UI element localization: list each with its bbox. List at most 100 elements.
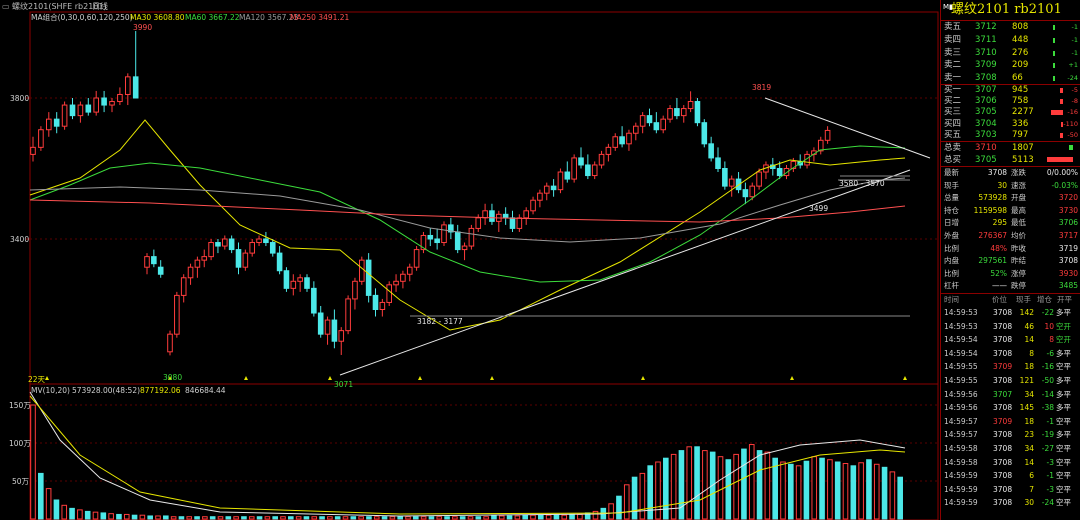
- tick-row[interactable]: 14:59:54 3708 8 -6 多平: [941, 347, 1080, 361]
- ask-level-row[interactable]: 卖五 3712 808 -1: [941, 21, 1080, 34]
- candle-body: [249, 242, 255, 254]
- volume-bar: [592, 510, 599, 520]
- volume-bar: [303, 516, 310, 520]
- tick-type: 空平: [1056, 471, 1071, 481]
- volume-bar: [522, 514, 528, 520]
- tick-type: 多平: [1056, 348, 1071, 358]
- candle-body: [502, 213, 509, 219]
- candle-body: [311, 287, 317, 314]
- tick-row[interactable]: 14:59:55 3708 121 -50 多平: [941, 374, 1080, 388]
- bid-level-row[interactable]: 买三 3705 2277 -16: [941, 107, 1080, 118]
- tick-row[interactable]: 14:59:57 3708 23 -19 多平: [941, 428, 1080, 442]
- tick-row[interactable]: 14:59:57 3709 18 -1 空平: [941, 415, 1080, 429]
- volume-bar: [663, 457, 669, 520]
- chart-switch-icon[interactable]: M▮: [943, 3, 953, 11]
- volume-bar: [639, 472, 646, 520]
- stat-value: 3706: [1058, 218, 1078, 228]
- tick-row[interactable]: 14:59:55 3709 18 -16 空平: [941, 360, 1080, 374]
- ask-change: -1: [1071, 23, 1078, 31]
- stat-row: 杠杆 —— 跌停 3485: [941, 280, 1080, 293]
- stat-label: 跌停: [1011, 281, 1026, 291]
- tick-price: 3708: [993, 444, 1013, 453]
- candle-body: [674, 108, 680, 117]
- tick-price: 3708: [993, 498, 1013, 508]
- volume-bar: [483, 516, 489, 520]
- tick-row[interactable]: 14:59:53 3708 46 10 空开: [941, 320, 1080, 334]
- candle-body: [38, 129, 44, 148]
- tick-time: 14:59:56: [944, 389, 978, 399]
- tick-row[interactable]: 14:59:56 3707 34 -14 多平: [941, 388, 1080, 402]
- stat-label: 最高: [1011, 205, 1026, 215]
- tick-price: 3708: [993, 484, 1013, 494]
- label-days: 22天: [28, 375, 46, 384]
- tick-row[interactable]: 14:59:56 3708 145 -38 多平: [941, 401, 1080, 415]
- ma-legend-ma250: MA250 3491.21: [290, 13, 350, 22]
- stat-label: 开盘: [1011, 193, 1026, 203]
- label-zone-3580: 3580 - 3570: [839, 179, 885, 188]
- tick-row[interactable]: 14:59:59 3708 6 -1 空平: [941, 469, 1080, 483]
- volume-bar: [819, 457, 825, 520]
- candle-body: [708, 143, 714, 159]
- tick-price: 3709: [993, 362, 1013, 372]
- volume-bar: [381, 516, 388, 520]
- bid-level-row[interactable]: 买四 3704 336 -110: [941, 119, 1080, 130]
- volume-bar: [436, 516, 443, 520]
- tick-oi-change: -22: [1041, 308, 1054, 317]
- tick-row[interactable]: 14:59:53 3708 142 -22 多平: [941, 306, 1080, 320]
- ask-volume: 276: [1012, 47, 1029, 58]
- tick-type: 多平: [1056, 389, 1071, 399]
- bid-label: 买三: [944, 107, 962, 118]
- mv-legend-1: 573928.00(48:52): [72, 386, 141, 395]
- tick-row[interactable]: 14:59:58 3708 14 -3 空平: [941, 456, 1080, 470]
- ma-legend-ma60: MA60 3667.22: [185, 13, 240, 22]
- bid-volume: 797: [1012, 129, 1029, 140]
- stat-value: 48%: [990, 243, 1007, 253]
- candle-body: [756, 171, 762, 187]
- vol-tick-150: 150万: [9, 401, 31, 410]
- ask-level-row[interactable]: 卖三 3710 276 -1: [941, 47, 1080, 60]
- bid-level-row[interactable]: 买五 3703 797 -50: [941, 130, 1080, 141]
- bid-level-row[interactable]: 买一 3707 945 -5: [941, 85, 1080, 96]
- tick-row[interactable]: 14:59:59 3708 30 -24 空平: [941, 496, 1080, 510]
- label-high-3819: 3819: [752, 83, 772, 92]
- tick-row[interactable]: 14:59:59 3708 7 -3 空平: [941, 483, 1080, 497]
- tick-row[interactable]: 14:59:58 3708 34 -27 空平: [941, 442, 1080, 456]
- stat-row: 日增 295 最低 3706: [941, 217, 1080, 230]
- tick-type: 空开: [1056, 321, 1071, 331]
- trend-line-support: [339, 169, 911, 376]
- bid-label: 买一: [944, 85, 962, 95]
- tick-row[interactable]: 14:59:54 3708 14 8 空开: [941, 333, 1080, 347]
- volume-bar: [217, 516, 224, 520]
- tick-volume: 46: [1024, 321, 1034, 331]
- volume-bar: [397, 516, 403, 520]
- stat-row: 持仓 1159598 最高 3730: [941, 205, 1080, 218]
- candle-body: [125, 76, 131, 95]
- ask-level-row[interactable]: 卖四 3711 448 -1: [941, 34, 1080, 47]
- chart-area[interactable]: ▭ 螺纹2101(SHFE rb2101) 日线 MA组合(0,30,0,60,…: [0, 0, 940, 520]
- ask-level-row[interactable]: 卖二 3709 209 +1: [941, 59, 1080, 72]
- volume-bar: [233, 516, 239, 520]
- candle-body: [324, 319, 331, 335]
- kline-chart[interactable]: [0, 0, 940, 520]
- volume-bar: [69, 507, 75, 520]
- candle-body: [93, 97, 100, 113]
- candle-body: [557, 171, 564, 191]
- volume-bar: [311, 516, 318, 520]
- bid-level-row[interactable]: 买二 3706 758 -8: [941, 96, 1080, 107]
- volume-bar: [741, 448, 747, 520]
- candle-body: [85, 104, 92, 113]
- volume-bar: [561, 514, 568, 520]
- candle-body: [598, 153, 605, 166]
- volume-bar: [608, 503, 614, 520]
- stat-value: 3719: [1058, 243, 1078, 253]
- candle-body: [242, 252, 249, 268]
- volume-bar: [616, 495, 622, 520]
- menu-icon[interactable]: ▭: [2, 0, 10, 13]
- candle-body: [359, 259, 365, 282]
- volume-bar: [178, 516, 185, 520]
- mv-legend-2: 877192.06: [140, 386, 181, 395]
- tick-time: 14:59:54: [944, 335, 978, 345]
- candle-body: [509, 217, 516, 229]
- volume-bar: [756, 450, 763, 520]
- candle-body: [180, 277, 187, 296]
